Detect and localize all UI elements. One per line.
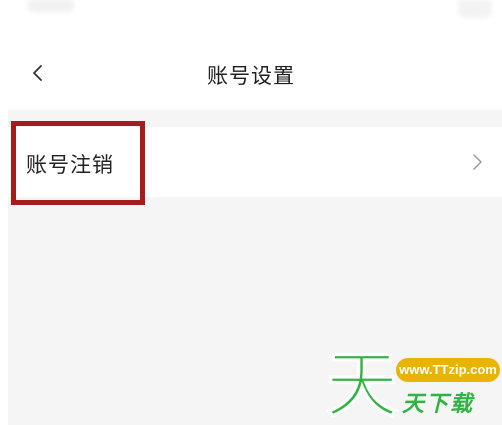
site-watermark: 天 www.TTzip.com 天下载 bbox=[322, 346, 502, 425]
watermark-logo: 天 bbox=[325, 346, 398, 420]
status-bar bbox=[0, 0, 502, 22]
settings-item-account-deletion[interactable]: 账号注销 bbox=[8, 127, 502, 197]
svg-text:天: 天 bbox=[326, 346, 398, 420]
page-title: 账号设置 bbox=[207, 64, 295, 88]
watermark-url: www.TTzip.com bbox=[396, 358, 500, 382]
status-bar-left-indicator bbox=[28, 0, 74, 12]
settings-item-label: 账号注销 bbox=[26, 153, 114, 177]
navigation-bar: 账号设置 bbox=[0, 22, 502, 120]
status-bar-right-indicator bbox=[458, 0, 492, 18]
chevron-right-icon bbox=[473, 154, 482, 170]
watermark-text: 天下载 bbox=[402, 392, 475, 417]
